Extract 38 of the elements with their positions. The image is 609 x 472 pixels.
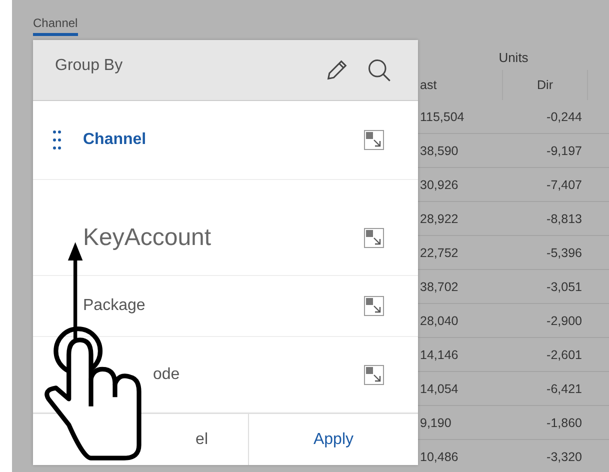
expand-icon[interactable] [364, 364, 384, 384]
table-cell-text: 14,054 [419, 380, 460, 398]
table-cell-text: 38,702 [419, 278, 460, 296]
table-cell-text: -6,421 [546, 380, 583, 398]
table-cell-text: 30,926 [419, 176, 460, 194]
table-cell-text: 28,040 [419, 312, 460, 330]
table-cell-text: 14,146 [419, 346, 460, 364]
apply-button[interactable]: Apply [249, 414, 418, 465]
table-cell-text: 115,504 [419, 108, 466, 126]
search-icon[interactable] [366, 57, 392, 83]
table-cell-text: -3,051 [546, 278, 583, 296]
column-header[interactable]: ast [418, 70, 503, 100]
table-cell-text: -8,813 [546, 210, 583, 228]
drag-handle-icon[interactable] [53, 130, 61, 150]
table-cell-text: 10,486 [419, 448, 460, 466]
table-cell-text: 28,922 [419, 210, 460, 228]
column-group-header: Units [498, 49, 530, 67]
table-cell-text: -2,601 [546, 346, 583, 364]
group-item-label[interactable]: KeyAccount [83, 224, 342, 252]
group-item-label[interactable]: Package [83, 297, 342, 315]
group-item-label[interactable]: Channel [83, 131, 342, 149]
column-header[interactable]: Dir [503, 70, 588, 100]
table-cell-text: -0,244 [546, 108, 583, 126]
table-cell-text: -9,197 [546, 142, 583, 160]
expand-icon[interactable] [364, 296, 384, 316]
table-cell-text: 22,752 [419, 244, 460, 262]
table-cell-text: -7,407 [546, 176, 583, 194]
table-cell-text: 38,590 [419, 142, 460, 160]
tab[interactable]: Channel [33, 8, 78, 36]
group-item-label[interactable]: ode [153, 366, 342, 384]
table-cell-text: -1,860 [546, 414, 583, 432]
table-cell-text: -3,320 [546, 448, 583, 466]
table-cell-text: 9,190 [419, 414, 452, 432]
table-cell-text: -2,900 [546, 312, 583, 330]
panel-title: Group By [55, 57, 124, 75]
expand-icon[interactable] [364, 228, 384, 248]
expand-icon[interactable] [364, 130, 384, 150]
table-cell-text: -5,396 [546, 244, 583, 262]
